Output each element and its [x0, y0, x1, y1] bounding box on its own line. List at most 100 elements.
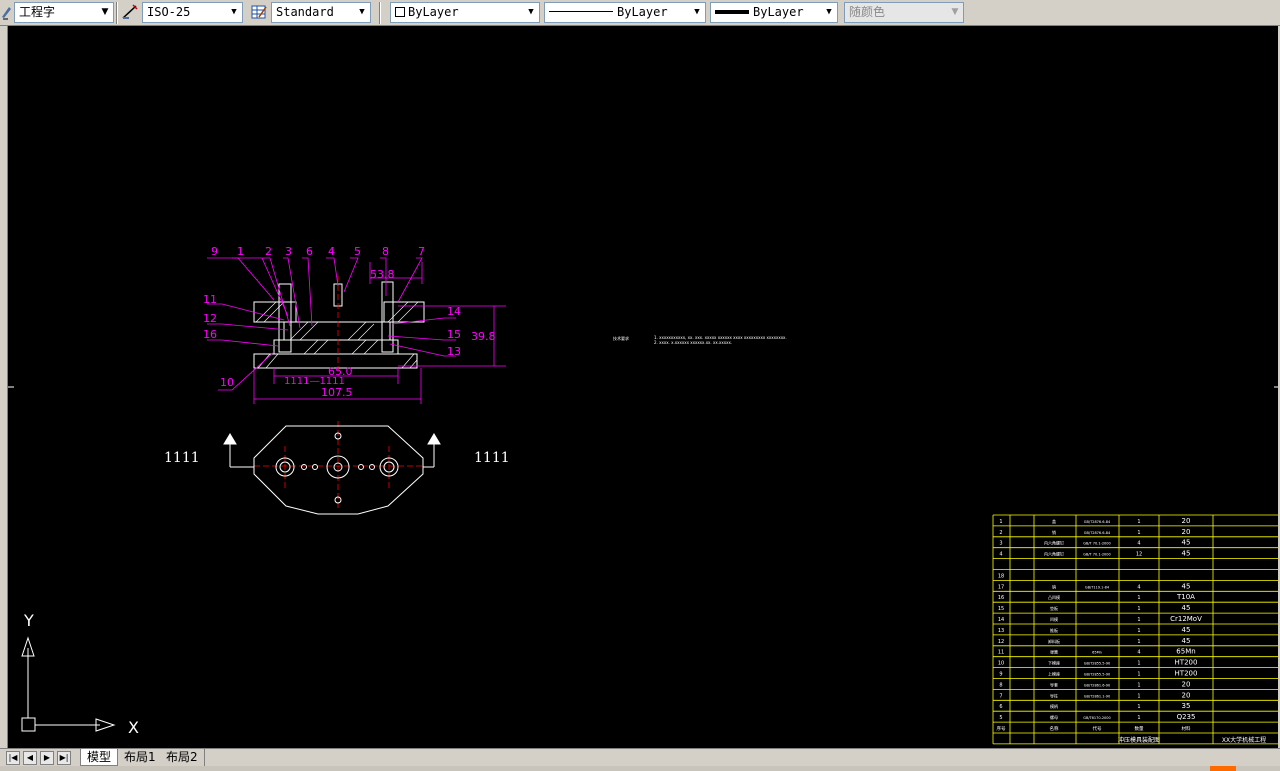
linetype-select[interactable]: ByLayer ▼: [544, 2, 706, 23]
layout-tab-bar: |◀ ◀ ▶ ▶| 模型 布局1 布局2: [0, 748, 1280, 766]
table-cell-mat: HT200: [1175, 670, 1198, 678]
table-cell-mat: 20: [1182, 680, 1191, 688]
balloon-label: 16: [203, 328, 217, 341]
table-cell-qty: 4: [1137, 541, 1140, 547]
table-cell-mat: 65Mn: [1176, 648, 1195, 656]
tab-model[interactable]: 模型: [80, 749, 119, 766]
dim-style-icon[interactable]: [121, 3, 139, 21]
color-swatch-icon: [395, 7, 405, 17]
text-style-select[interactable]: 工程字 ▼: [14, 2, 114, 23]
table-cell-std: GB/T 70.1-2000: [1083, 542, 1111, 546]
table-cell-no: 7: [999, 693, 1002, 699]
table-footer-org: XX大学机械工程: [1222, 736, 1266, 744]
toolbar-separator: [116, 2, 118, 24]
balloon-label: 15: [447, 328, 461, 341]
section-view[interactable]: [253, 281, 425, 369]
upper-plate-left: [253, 301, 297, 323]
linetype-value: ByLayer: [617, 5, 668, 19]
table-cell-name: 下模座: [1048, 660, 1060, 666]
drawing-svg: 9 1 2 3 6 4 5 8 7 11 12 16 14 15 13 10 5…: [8, 245, 1279, 745]
table-cell-name: 卸料板: [1048, 638, 1060, 644]
chevron-down-icon: ▼: [97, 3, 113, 22]
table-cell-no: 12: [998, 639, 1004, 645]
table-cell-mat: T10A: [1176, 593, 1195, 601]
dim-top-width: 53.8: [370, 268, 395, 281]
table-cell-std: GB/T2855.5-90: [1084, 673, 1110, 677]
table-cell-name: 上模座: [1048, 671, 1060, 677]
tech-req-line: 2. xxxx. x.xxxxxx xxxxxx.xx. xx.xxxxx.: [654, 340, 732, 345]
table-header-name: 名称: [1050, 725, 1059, 732]
lineweight-select[interactable]: ByLayer ▼: [710, 2, 838, 23]
table-cell-std: GB/T119.1-84: [1085, 585, 1110, 589]
section-mark-left: 1111: [164, 450, 200, 466]
dim-style-value: ISO-25: [147, 5, 191, 19]
ucs-icon: Y X: [21, 611, 139, 737]
table-cell-no: 6: [999, 704, 1002, 710]
status-bar: [0, 766, 1280, 771]
table-cell-no: 5: [999, 715, 1002, 721]
chevron-down-icon: ▼: [226, 3, 242, 22]
table-header-std: 代号: [1093, 725, 1102, 732]
table-cell-name: 推板: [1050, 627, 1058, 633]
table-style-select[interactable]: Standard ▼: [271, 2, 371, 23]
table-cell-qty: 1: [1137, 672, 1140, 678]
prev-tab-icon[interactable]: ◀: [23, 751, 37, 765]
table-cell-no: 9: [999, 672, 1002, 678]
lower-plate: [273, 339, 399, 355]
table-cell-qty: 1: [1137, 606, 1140, 612]
drawing-canvas[interactable]: 9 1 2 3 6 4 5 8 7 11 12 16 14 15 13 10 5…: [7, 26, 1279, 748]
screw-hole: [312, 464, 318, 470]
table-style-value: Standard: [276, 5, 334, 19]
table-cell-qty: 1: [1137, 693, 1140, 699]
screw-hole: [358, 464, 364, 470]
parts-list-table[interactable]: 1 盖 GB/T2876.6-84 1 20 2 销 GB/T2876.6-84 1 20 3 内六角…: [992, 514, 1279, 745]
table-cell-name: 导柱: [1050, 692, 1058, 698]
table-header-no: 序号: [997, 725, 1006, 732]
table-cell-mat: 35: [1182, 702, 1191, 710]
table-cell-qty: 1: [1137, 704, 1140, 710]
next-tab-icon[interactable]: ▶: [40, 751, 54, 765]
section-mark-center: 1111—1111: [284, 376, 345, 387]
table-cell-qty: 4: [1137, 650, 1140, 656]
app-status-icon[interactable]: [1210, 766, 1236, 771]
tab-layout2[interactable]: 布局2: [160, 749, 205, 766]
plan-view[interactable]: [223, 425, 441, 515]
technical-requirements: 技术要求 1. xxxxxxxxxxx, xx. xxx. xxxxx xxxx…: [613, 335, 787, 345]
color-select[interactable]: ByLayer ▼: [390, 2, 540, 23]
table-style-icon[interactable]: [250, 3, 268, 21]
balloon-label: 1: [237, 245, 244, 258]
chevron-down-icon: ▼: [821, 3, 837, 22]
toolbar-separator: [379, 2, 381, 24]
table-cell-mat: 45: [1182, 626, 1191, 634]
table-cell-std: GB/T2855.5-90: [1084, 662, 1110, 666]
table-cell-no: 1: [999, 519, 1002, 525]
table-cell-no: 14: [998, 617, 1004, 623]
table-cell-name: 导套: [1050, 681, 1058, 687]
screw-hole: [369, 464, 375, 470]
table-cell-name: 内六角螺钉: [1044, 551, 1064, 557]
last-tab-icon[interactable]: ▶|: [57, 751, 71, 765]
dim-style-select[interactable]: ISO-25 ▼: [142, 2, 243, 23]
table-cell-no: 4: [999, 552, 1002, 558]
chevron-down-icon: ▼: [354, 3, 370, 22]
table-cell-std: GB/T2861.1-90: [1084, 694, 1110, 698]
table-cell-mat: 45: [1182, 539, 1191, 547]
table-cell-mat: 20: [1182, 517, 1191, 525]
table-cell-std: GB/T 70.1-2000: [1083, 553, 1111, 557]
table-cell-mat: 45: [1182, 582, 1191, 590]
table-cell-qty: 12: [1136, 552, 1142, 558]
table-cell-no: 11: [998, 650, 1004, 656]
table-cell-name: 销: [1052, 529, 1056, 535]
tab-layout1[interactable]: 布局1: [118, 749, 163, 766]
plot-style-select[interactable]: 随颜色 ▼: [844, 2, 964, 23]
table-cell-std: 65Mn: [1092, 651, 1102, 655]
table-cell-mat: 20: [1182, 691, 1191, 699]
section-mark-right: 1111: [474, 450, 510, 466]
properties-toolbar: 工程字 ▼ ISO-25 ▼ Standard ▼ ByLayer ▼ ByLa…: [0, 0, 1280, 26]
table-cell-name: 螺母: [1050, 714, 1058, 720]
table-cell-qty: 1: [1137, 639, 1140, 645]
hatching: [255, 301, 419, 369]
table-cell-name: 盖: [1052, 518, 1056, 524]
chevron-down-icon: ▼: [523, 3, 539, 22]
first-tab-icon[interactable]: |◀: [6, 751, 20, 765]
